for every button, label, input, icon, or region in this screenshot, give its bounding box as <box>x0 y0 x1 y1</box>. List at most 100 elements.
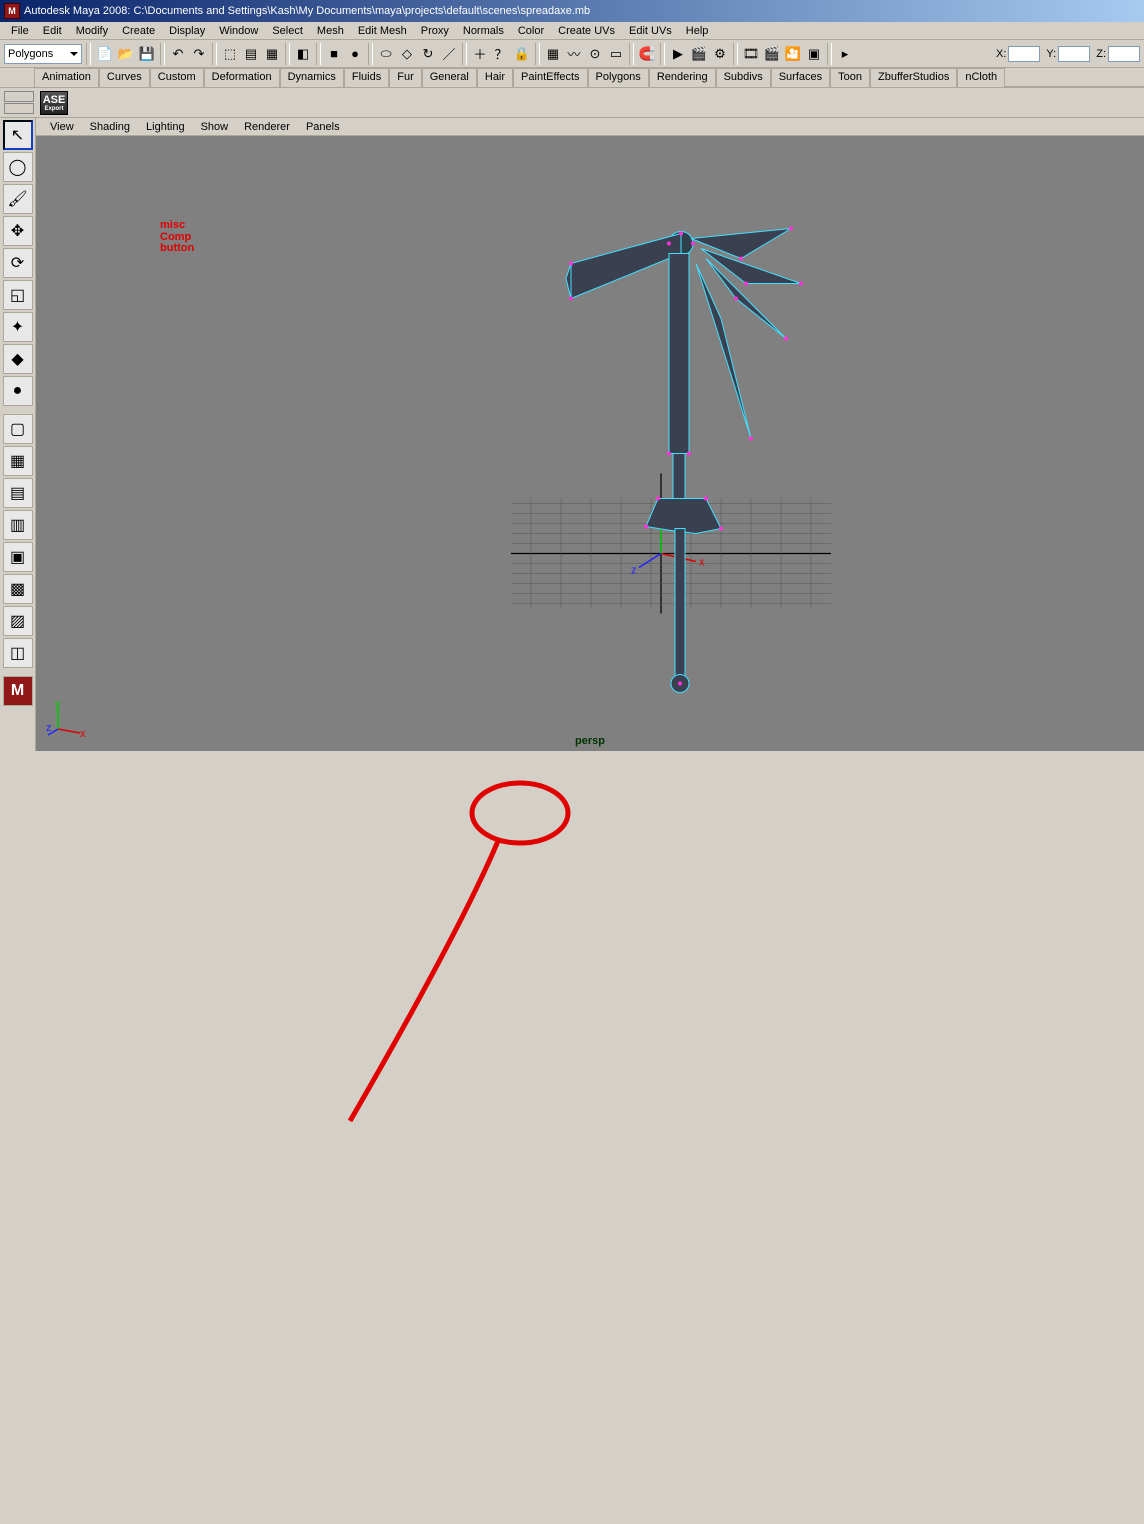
menu-proxy[interactable]: Proxy <box>414 24 456 38</box>
shelf-tab-custom[interactable]: Custom <box>150 68 204 87</box>
shelf-tab-deformation[interactable]: Deformation <box>204 68 280 87</box>
diamond-icon[interactable]: ◇ <box>397 44 417 64</box>
menu-edit-uvs[interactable]: Edit UVs <box>622 24 679 38</box>
toolbox-manip[interactable]: ✦ <box>3 312 33 342</box>
open-icon[interactable]: 📂 <box>116 44 136 64</box>
shelf-tab-dynamics[interactable]: Dynamics <box>280 68 344 87</box>
ipr-icon[interactable]: ▶ <box>668 44 688 64</box>
main-area: ↖◯🖌✥⟳◱✦◆● ▢▦▤▥▣▩▨◫ M ViewShadingLightingSh… <box>0 118 1144 751</box>
save-icon[interactable]: 💾 <box>137 44 157 64</box>
menu-create-uvs[interactable]: Create UVs <box>551 24 622 38</box>
toolbox-select[interactable]: ↖ <box>3 120 33 150</box>
sel-handle-icon[interactable]: ◧ <box>293 44 313 64</box>
shelf-tab-toon[interactable]: Toon <box>830 68 870 87</box>
menu-modify[interactable]: Modify <box>69 24 115 38</box>
toolbox-rotate[interactable]: ⟳ <box>3 248 33 278</box>
menu-normals[interactable]: Normals <box>456 24 511 38</box>
sel-face-icon[interactable]: ● <box>345 44 365 64</box>
window-title: Autodesk Maya 2008: C:\Documents and Set… <box>24 5 1140 17</box>
clapper2-icon[interactable]: 🎦 <box>783 44 803 64</box>
menu-help[interactable]: Help <box>679 24 716 38</box>
menu-mesh[interactable]: Mesh <box>310 24 351 38</box>
shelf-tab-curves[interactable]: Curves <box>99 68 150 87</box>
menu-color[interactable]: Color <box>511 24 551 38</box>
toolbox-layout-two-h[interactable]: ▤ <box>3 478 33 508</box>
menu-edit[interactable]: Edit <box>36 24 69 38</box>
shelf-tab-polygons[interactable]: Polygons <box>588 68 649 87</box>
line-icon[interactable]: ／ <box>439 44 459 64</box>
panel-menu-renderer[interactable]: Renderer <box>236 120 298 134</box>
toolbox-layout-single[interactable]: ▢ <box>3 414 33 444</box>
sel-point-icon[interactable]: ■ <box>324 44 344 64</box>
panel-menu-shading[interactable]: Shading <box>82 120 138 134</box>
magnet-icon[interactable]: 🧲 <box>637 44 657 64</box>
snap-plane-icon[interactable]: ▭ <box>606 44 626 64</box>
shelf-tab-painteffects[interactable]: PaintEffects <box>513 68 588 87</box>
coord-x-input[interactable] <box>1008 46 1040 62</box>
toolbox-layout-outliner[interactable]: ▣ <box>3 542 33 572</box>
redo-icon[interactable]: ↷ <box>189 44 209 64</box>
render-icon[interactable]: 🎬 <box>689 44 709 64</box>
toolbox-layout-two-v[interactable]: ▥ <box>3 510 33 540</box>
shelf-tab-surfaces[interactable]: Surfaces <box>771 68 830 87</box>
panel-menu-lighting[interactable]: Lighting <box>138 120 193 134</box>
new-icon[interactable]: 📄 <box>95 44 115 64</box>
shelf-tab-ncloth[interactable]: nCloth <box>957 68 1005 87</box>
panel-menu-show[interactable]: Show <box>193 120 237 134</box>
shelf-tab-hair[interactable]: Hair <box>477 68 513 87</box>
sel-hier-icon[interactable]: ⬚ <box>220 44 240 64</box>
render-globals-icon[interactable]: ⚙ <box>710 44 730 64</box>
playblast-icon[interactable]: ▣ <box>804 44 824 64</box>
rotate-icon[interactable]: ↻ <box>418 44 438 64</box>
toolbox-layout-script[interactable]: ▨ <box>3 606 33 636</box>
menu-file[interactable]: File <box>4 24 36 38</box>
sel-obj-icon[interactable]: ▤ <box>241 44 261 64</box>
shelf-tab-rendering[interactable]: Rendering <box>649 68 716 87</box>
menu-edit-mesh[interactable]: Edit Mesh <box>351 24 414 38</box>
snap-curve-icon[interactable]: 〰 <box>564 44 584 64</box>
arrow-r-icon[interactable]: ▸ <box>835 44 855 64</box>
toolbox-layout-persp[interactable]: ◫ <box>3 638 33 668</box>
sel-comp-icon[interactable]: ▦ <box>262 44 282 64</box>
toolbox-paint-sel[interactable]: 🖌 <box>3 184 33 214</box>
snap-point-icon[interactable]: ⊙ <box>585 44 605 64</box>
shelf-tab-zbufferstudios[interactable]: ZbufferStudios <box>870 68 957 87</box>
shelf-tab-fur[interactable]: Fur <box>389 68 422 87</box>
shelf-tab-general[interactable]: General <box>422 68 477 87</box>
toolbox-translate[interactable]: ✥ <box>3 216 33 246</box>
plus-icon[interactable]: ＋ <box>470 44 490 64</box>
coord-y-input[interactable] <box>1058 46 1090 62</box>
question-icon[interactable]: ？ <box>491 44 511 64</box>
lock-icon[interactable]: 🔒 <box>512 44 532 64</box>
toolbox-layout-four[interactable]: ▦ <box>3 446 33 476</box>
eraser-icon[interactable]: ⬭ <box>376 44 396 64</box>
shelf-options[interactable] <box>4 91 34 114</box>
toolbox-sphere[interactable]: ● <box>3 376 33 406</box>
clapper-icon[interactable]: 🎬 <box>762 44 782 64</box>
panel-menu-view[interactable]: View <box>42 120 82 134</box>
menu-window[interactable]: Window <box>212 24 265 38</box>
toolbox-maya-logo[interactable]: M <box>3 676 33 706</box>
toolbox-lasso[interactable]: ◯ <box>3 152 33 182</box>
shelf-tab-subdivs[interactable]: Subdivs <box>716 68 771 87</box>
menu-display[interactable]: Display <box>162 24 212 38</box>
toolbar-separator <box>368 43 373 65</box>
panel-menu-panels[interactable]: Panels <box>298 120 348 134</box>
toolbar-separator <box>285 43 290 65</box>
viewport[interactable]: x y z <box>36 136 1144 751</box>
menu-select[interactable]: Select <box>265 24 310 38</box>
app-icon: M <box>4 3 20 19</box>
toolbox-layout-graph[interactable]: ▩ <box>3 574 33 604</box>
shelf-tab-fluids[interactable]: Fluids <box>344 68 389 87</box>
main-toolbar: Polygons 📄📂💾↶↷⬚▤▦◧■●⬭◇↻／＋？🔒▦〰⊙▭🧲▶🎬⚙🎞🎬🎦▣▸… <box>0 40 1144 68</box>
toolbox-show-manip[interactable]: ◆ <box>3 344 33 374</box>
ase-export-button[interactable]: ASE Export <box>40 91 68 115</box>
undo-icon[interactable]: ↶ <box>168 44 188 64</box>
toolbox-scale[interactable]: ◱ <box>3 280 33 310</box>
mode-dropdown[interactable]: Polygons <box>4 44 82 64</box>
film-icon[interactable]: 🎞 <box>741 44 761 64</box>
snap-grid-icon[interactable]: ▦ <box>543 44 563 64</box>
shelf-tab-animation[interactable]: Animation <box>34 68 99 87</box>
coord-z-input[interactable] <box>1108 46 1140 62</box>
menu-create[interactable]: Create <box>115 24 162 38</box>
